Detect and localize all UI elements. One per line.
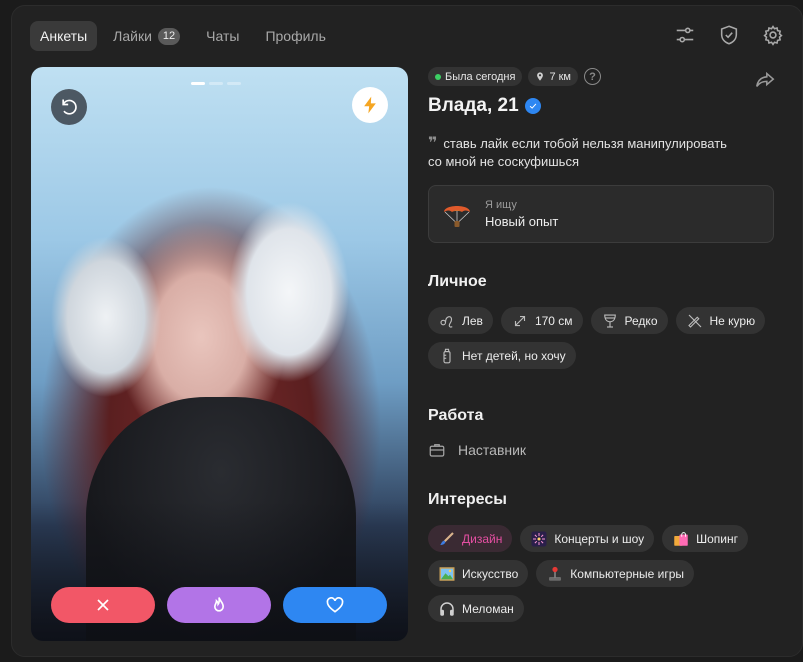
work-value: Наставник	[458, 442, 527, 458]
joystick-icon	[549, 566, 562, 581]
shopping-bags-icon	[674, 531, 688, 546]
profile-photo[interactable]	[31, 67, 408, 641]
meta-row: Была сегодня 7 км ?	[428, 67, 778, 86]
brush-icon	[440, 531, 454, 545]
photo-dot-2[interactable]	[209, 82, 223, 85]
chip-smoking-label: Не курю	[709, 313, 756, 328]
work-heading: Работа	[428, 407, 484, 424]
tab-profiles[interactable]: Анкеты	[30, 21, 98, 51]
chip-alcohol-label: Редко	[624, 313, 658, 328]
name-row: Влада, 21	[428, 95, 778, 117]
lightning-icon	[364, 96, 376, 114]
photo-pagination	[191, 82, 241, 85]
chip-interest-music-label: Меломан	[462, 601, 514, 616]
superlike-button[interactable]	[167, 587, 271, 623]
verified-check-icon	[524, 98, 541, 114]
distance-pill: 7 км	[528, 67, 578, 86]
sparkler-icon	[531, 531, 547, 546]
dislike-button[interactable]	[51, 587, 155, 623]
boost-button[interactable]	[352, 87, 388, 123]
nav-actions	[674, 24, 784, 46]
profile-name: Влада, 21	[428, 95, 519, 116]
photo-dot-1[interactable]	[191, 82, 205, 85]
chip-interest-art-label: Искусство	[462, 566, 519, 581]
baby-bottle-icon	[443, 348, 451, 363]
flame-icon	[213, 597, 225, 612]
tab-likes-label: Лайки	[113, 28, 152, 44]
bio-line-1: ставь лайк если тобой нельзя манипулиров…	[443, 136, 727, 151]
no-smoking-icon	[687, 314, 701, 328]
framed-picture-icon	[439, 566, 455, 581]
wine-glass-icon	[603, 313, 616, 328]
headphones-icon	[440, 601, 454, 616]
location-pin-icon	[537, 72, 544, 81]
looking-for-label: Я ищу	[485, 199, 517, 211]
interests-heading: Интересы	[428, 491, 507, 508]
online-status-pill: Была сегодня	[428, 67, 523, 86]
share-icon[interactable]	[754, 69, 776, 91]
heart-icon	[326, 597, 344, 613]
close-x-icon	[97, 599, 109, 611]
chip-interest-music: Меломан	[428, 595, 524, 622]
chip-zodiac-label: Лев	[462, 313, 483, 328]
profile-bio: ❞ ставь лайк если тобой нельзя манипулиро…	[428, 135, 778, 171]
leo-zodiac-icon	[440, 315, 453, 328]
chip-interest-shopping-label: Шопинг	[696, 531, 739, 546]
app-window: Анкеты Лайки 12 Чаты Профиль Была сегодн…	[11, 5, 803, 657]
tab-chats[interactable]: Чаты	[196, 21, 249, 51]
online-status-text: Была сегодня	[445, 70, 516, 83]
like-button[interactable]	[283, 587, 387, 623]
work-row: Наставник	[428, 441, 778, 459]
chip-children-label: Нет детей, но хочу	[462, 348, 566, 363]
chip-interest-games-label: Компьютерные игры	[570, 566, 685, 581]
help-icon[interactable]: ?	[584, 68, 601, 85]
top-nav: Анкеты Лайки 12 Чаты Профиль	[30, 21, 336, 51]
swipe-actions	[51, 587, 387, 623]
chip-interest-shopping: Шопинг	[662, 525, 749, 552]
chip-interest-art: Искусство	[428, 560, 529, 587]
chip-zodiac: Лев	[428, 307, 493, 334]
undo-arrow-icon	[62, 99, 77, 115]
distance-text: 7 км	[549, 70, 571, 83]
height-arrows-icon	[514, 315, 525, 326]
undo-button[interactable]	[51, 89, 87, 125]
personal-heading: Личное	[428, 273, 487, 290]
tab-profile-label: Профиль	[265, 28, 326, 44]
interests-chips: Дизайн Концерты и шоу Шопинг Искусство К…	[428, 525, 774, 622]
looking-for-card: Я ищу Новый опыт	[428, 185, 774, 243]
chip-interest-concerts: Концерты и шоу	[520, 525, 655, 552]
tab-likes[interactable]: Лайки 12	[103, 21, 190, 51]
settings-gear-icon[interactable]	[762, 24, 784, 46]
likes-count-badge: 12	[157, 27, 181, 45]
chip-interest-design-label: Дизайн	[462, 531, 503, 546]
chip-height-label: 170 см	[534, 313, 573, 328]
tab-chats-label: Чаты	[206, 28, 240, 44]
parachute-icon	[444, 206, 470, 227]
chip-children: Нет детей, но хочу	[428, 342, 576, 369]
quote-icon: ❞	[428, 135, 438, 152]
briefcase-icon	[429, 444, 445, 457]
tab-profile[interactable]: Профиль	[255, 21, 335, 51]
chip-interest-concerts-label: Концерты и шоу	[554, 531, 645, 546]
tab-profiles-label: Анкеты	[40, 28, 88, 44]
personal-chips: Лев 170 см Редко Не курю Нет детей, но х…	[428, 307, 778, 369]
shield-check-icon[interactable]	[718, 24, 740, 46]
filters-icon[interactable]	[674, 24, 696, 46]
chip-smoking: Не курю	[675, 307, 766, 334]
chip-interest-games: Компьютерные игры	[536, 560, 695, 587]
chip-height: 170 см	[500, 307, 583, 334]
profile-details: Была сегодня 7 км ? Влада, 21 ❞ ставь лай…	[428, 67, 778, 622]
chip-alcohol: Редко	[590, 307, 668, 334]
bio-line-2: со мной не соскуфишься	[428, 154, 579, 169]
online-dot-icon	[435, 73, 441, 80]
photo-dot-3[interactable]	[227, 82, 241, 85]
looking-for-value: Новый опыт	[485, 214, 559, 229]
chip-interest-design: Дизайн	[428, 525, 513, 552]
